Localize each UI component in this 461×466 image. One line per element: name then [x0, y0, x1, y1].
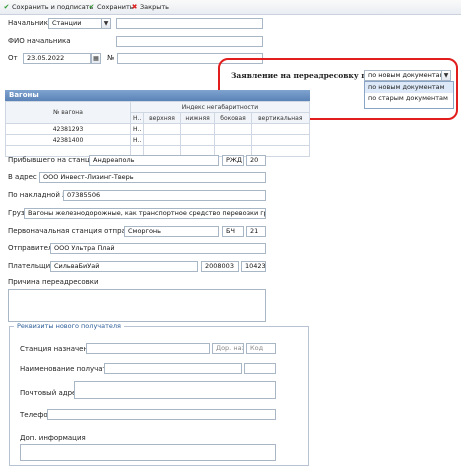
postal-label: Почтовый адрес	[20, 389, 81, 397]
calendar-icon[interactable]: ▦	[91, 53, 101, 64]
checkmark-icon: ✔	[3, 2, 10, 11]
payer-code1-field[interactable]: 2008003	[201, 261, 239, 272]
postal-field[interactable]	[74, 381, 276, 399]
dropdown-option-new[interactable]: по новым документам	[365, 82, 453, 93]
address-label: В адрес	[8, 173, 37, 181]
table-row[interactable]: 42381293 Н..	[5, 123, 311, 135]
extra-info-label: Доп. информация	[20, 434, 86, 442]
statement-type-select[interactable]: по новым документам	[364, 70, 442, 81]
chief-label: Начальнику	[8, 19, 53, 27]
cargo-field[interactable]: Вагоны железнодорожные, как транспортное…	[24, 208, 266, 219]
wagons-table: № вагона Индекс негабаритности Н.. верхн…	[5, 101, 311, 157]
invoice-label: По накладной №	[8, 191, 70, 199]
table-row[interactable]: 42381400 Н..	[5, 134, 311, 146]
h-cell: Н..	[129, 123, 145, 135]
chief-station-field[interactable]	[116, 18, 263, 29]
dest-road-field[interactable]: Дор. назн	[212, 343, 244, 354]
recipient-name-field[interactable]	[104, 363, 242, 374]
arrived-station-field[interactable]: Андреаполь	[89, 155, 219, 166]
dropdown-option-old[interactable]: по старым документам	[365, 93, 453, 104]
address-field[interactable]: ООО Инвест-Лизинг-Тверь	[39, 172, 266, 183]
date-field[interactable]: 23.05.2022	[23, 53, 91, 64]
save-label: Сохранить	[97, 3, 134, 11]
number-label: №	[107, 54, 115, 62]
recipient-legend: Реквизиты нового получателя	[14, 322, 124, 330]
cargo-label: Груз	[8, 209, 25, 217]
close-button[interactable]: ✖ Закрыть	[131, 2, 169, 12]
vertical-column-header: вертикальная	[250, 112, 311, 124]
save-and-sign-button[interactable]: ✔ Сохранить и подписать	[3, 2, 94, 12]
origin-station-field[interactable]: Сморгонь	[124, 226, 219, 237]
chevron-down-icon[interactable]: ▼	[441, 70, 451, 81]
wagon-column-header: № вагона	[5, 101, 131, 124]
checkmark-icon: ✔	[88, 2, 95, 11]
toolbar: ✔ Сохранить и подписать ✔ Сохранить ✖ За…	[0, 0, 461, 15]
statement-type-dropdown: по новым документам по старым документам	[364, 81, 454, 109]
arrived-code-field[interactable]: 20	[246, 155, 266, 166]
chief-fio-field[interactable]	[116, 36, 263, 47]
close-label: Закрыть	[140, 3, 169, 11]
reason-textarea[interactable]	[8, 289, 266, 322]
origin-road-field[interactable]: БЧ	[222, 226, 244, 237]
arrived-road-field[interactable]: РЖД	[222, 155, 244, 166]
lower-column-header: нижняя	[179, 112, 216, 124]
payer-field[interactable]: СильваБиУай	[50, 261, 198, 272]
recipient-code-field[interactable]	[244, 363, 276, 374]
h-cell: Н..	[129, 134, 145, 146]
sender-field[interactable]: ООО Ультра Плай	[50, 243, 266, 254]
chevron-down-icon[interactable]: ▼	[101, 18, 111, 29]
upper-column-header: верхняя	[143, 112, 181, 124]
payer-label: Плательщик	[8, 262, 55, 270]
dest-station-field[interactable]	[86, 343, 210, 354]
chief-select[interactable]: Станции	[48, 18, 102, 29]
date-from-label: От	[8, 54, 18, 62]
dest-code-field[interactable]: Код	[246, 343, 276, 354]
close-icon: ✖	[131, 2, 138, 11]
wagon-number: 42381400	[5, 134, 131, 146]
oversize-column-header: Индекс негабаритности	[130, 101, 310, 113]
chief-fio-label: ФИО начальника	[8, 37, 71, 45]
save-and-sign-label: Сохранить и подписать	[12, 3, 94, 11]
h-column-header: Н..	[129, 112, 145, 124]
arrived-label: Прибывшего на станцию	[8, 156, 101, 164]
wagon-number: 42381293	[5, 123, 131, 135]
origin-code-field[interactable]: 21	[246, 226, 266, 237]
reason-label: Причина переадресовки	[8, 278, 99, 286]
payer-code2-field[interactable]: 1042300	[241, 261, 266, 272]
phone-field[interactable]	[47, 409, 276, 420]
invoice-field[interactable]: 07385506	[63, 190, 266, 201]
side-column-header: боковая	[214, 112, 252, 124]
save-button[interactable]: ✔ Сохранить	[88, 2, 134, 12]
wagons-panel-header: Вагоны	[5, 90, 310, 101]
extra-info-field[interactable]	[20, 444, 276, 461]
